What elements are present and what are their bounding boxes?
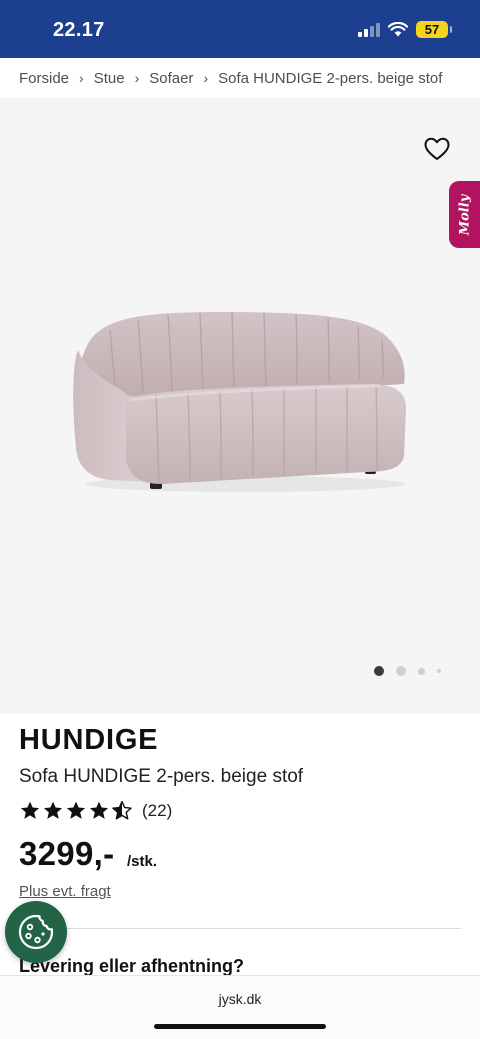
sofa-product-image	[73, 311, 406, 492]
chevron-right-icon: ›	[134, 70, 140, 86]
molly-assistant-tab[interactable]: Molly	[449, 181, 480, 248]
url-text[interactable]: jysk.dk	[0, 991, 480, 1007]
product-rating[interactable]: (22)	[19, 800, 172, 821]
status-time: 22.17	[53, 19, 105, 41]
breadcrumb-item-sofas[interactable]: Sofaer	[149, 70, 193, 87]
product-brand: HUNDIGE	[19, 724, 159, 756]
freight-link[interactable]: Plus evt. fragt	[19, 883, 111, 900]
molly-label: Molly	[457, 194, 472, 235]
browser-address-bar[interactable]: jysk.dk	[0, 975, 480, 1039]
pagination-dot-active[interactable]	[374, 666, 384, 676]
home-indicator[interactable]	[154, 1024, 326, 1029]
pagination-dot[interactable]	[396, 666, 406, 676]
price-unit: /stk.	[127, 853, 158, 870]
review-count[interactable]: (22)	[142, 801, 172, 821]
star-filled-icon	[66, 801, 86, 819]
breadcrumb-item-living-room[interactable]: Stue	[94, 70, 125, 87]
wifi-icon	[388, 22, 408, 37]
product-price: 3299,-	[19, 835, 115, 872]
chevron-right-icon: ›	[79, 70, 84, 86]
cookie-icon	[18, 914, 54, 950]
pagination-dot[interactable]	[437, 669, 441, 673]
product-name: Sofa HUNDIGE 2-pers. beige stof	[19, 766, 304, 787]
star-filled-icon	[89, 801, 109, 819]
star-filled-icon	[20, 801, 40, 819]
breadcrumb-item-home[interactable]: Forside	[19, 70, 69, 87]
battery-icon: 57	[416, 21, 452, 38]
status-bar: 22.17 57	[0, 0, 480, 58]
status-icons: 57	[358, 21, 452, 38]
breadcrumb-item-current: Sofa HUNDIGE 2-pers. beige stof	[218, 69, 443, 87]
cellular-signal-icon	[358, 22, 380, 37]
section-divider	[19, 928, 461, 929]
breadcrumb: Forside › Stue › Sofaer › Sofa HUNDIGE 2…	[0, 58, 480, 98]
cookie-settings-button[interactable]	[5, 901, 67, 963]
image-pagination-dots[interactable]	[374, 666, 441, 676]
star-filled-icon	[43, 801, 63, 819]
chevron-right-icon: ›	[203, 70, 209, 86]
pagination-dot[interactable]	[418, 667, 425, 675]
star-half-icon	[112, 800, 132, 820]
heart-outline-icon[interactable]	[423, 136, 451, 162]
